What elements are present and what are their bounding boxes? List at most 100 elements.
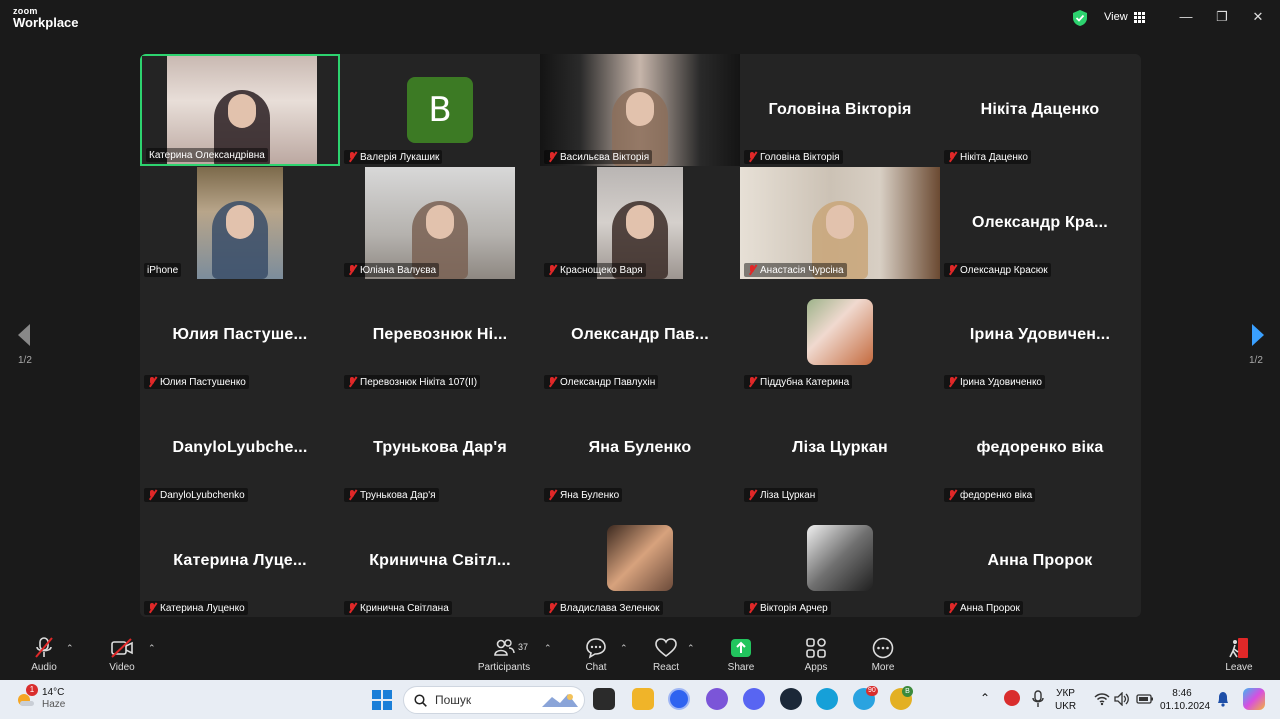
more-button[interactable]: More [853, 637, 913, 673]
participant-tile[interactable]: Ірина Удовичен... Ірина Удовиченко [940, 279, 1140, 391]
restore-icon[interactable]: ❐ [1214, 9, 1230, 25]
chat-button[interactable]: Chat [566, 637, 626, 673]
volume-icon[interactable] [1114, 692, 1130, 706]
participant-tile[interactable]: Краснощеко Варя [540, 167, 740, 279]
taskbar-search[interactable]: Пошук [403, 686, 585, 714]
participant-name: Ірина Удовиченко [960, 376, 1042, 388]
participant-tile[interactable]: Катерина Луце... Катерина Луценко [140, 505, 340, 617]
participant-name: Яна Буленко [560, 489, 620, 501]
participant-name: Владислава Зеленюк [560, 602, 660, 614]
participant-tile[interactable]: Яна Буленко Яна Буленко [540, 392, 740, 504]
language-indicator[interactable]: УКР UKR [1055, 687, 1076, 713]
weather-widget[interactable]: 1 14°C Haze [14, 684, 74, 714]
participant-name: Піддубна Катерина [760, 376, 850, 388]
participant-display-name: федоренко віка [976, 439, 1104, 456]
participant-display-name: Головіна Вікторія [768, 101, 912, 118]
participant-name: Валерія Лукашик [360, 151, 440, 163]
file-explorer-icon[interactable] [632, 688, 654, 710]
clock[interactable]: 8:46 01.10.2024 [1160, 687, 1211, 713]
title-bar: zoom Workplace View — ❐ ✕ [0, 0, 1280, 36]
shield-icon[interactable] [1072, 9, 1088, 27]
participant-face [226, 205, 254, 239]
participant-name-label: Владислава Зеленюк [544, 601, 663, 615]
antivirus-tray-icon[interactable] [1004, 690, 1020, 706]
participant-name: Головіна Вікторія [760, 151, 840, 163]
participant-tile[interactable]: Катерина Олександрівна [140, 54, 340, 166]
meeting-toolbar: Audio ⌃ Video ⌃ Participants 37 ⌃ Chat ⌃ [0, 629, 1280, 680]
page-indicator-right: 1/2 [1249, 355, 1263, 366]
participant-tile[interactable]: Анна Пророк Анна Пророк [940, 505, 1140, 617]
participant-tile[interactable]: Ліза Цуркан Ліза Цуркан [740, 392, 940, 504]
participant-tile[interactable]: Піддубна Катерина [740, 279, 940, 391]
microphone-tray-icon[interactable] [1032, 690, 1044, 708]
zoom-taskbar-icon[interactable] [668, 688, 690, 710]
participant-tile[interactable]: Юліана Валуєва [340, 167, 540, 279]
discord-icon[interactable] [743, 688, 765, 710]
wifi-icon[interactable] [1094, 692, 1110, 706]
participant-tile[interactable]: Трунькова Дар'я Трунькова Дар'я [340, 392, 540, 504]
minimize-icon[interactable]: — [1178, 9, 1194, 25]
participant-tile[interactable]: Вікторія Арчер [740, 505, 940, 617]
participant-face [826, 205, 854, 239]
viber-icon[interactable] [706, 688, 728, 710]
notification-bell-icon[interactable] [1216, 691, 1230, 707]
chat-options-caret[interactable]: ⌃ [620, 643, 628, 654]
share-button[interactable]: Share [711, 637, 771, 673]
participant-name: Катерина Луценко [160, 602, 245, 614]
battery-icon[interactable] [1136, 692, 1154, 706]
participants-options-caret[interactable]: ⌃ [544, 643, 552, 654]
participant-tile[interactable]: Кринична Світл... Кринична Світлана [340, 505, 540, 617]
audio-button[interactable]: Audio [14, 637, 74, 673]
task-view-icon[interactable] [593, 688, 615, 710]
participant-name-label: Валерія Лукашик [344, 150, 443, 164]
mic-muted-icon [347, 490, 357, 500]
participant-tile[interactable]: Перевознюк Ні... Перевознюк Нікіта 107(ІІ… [340, 279, 540, 391]
participant-tile[interactable]: Олександр Кра... Олександр Красюк [940, 167, 1140, 279]
gallery-view: Катерина Олександрівна B Валерія Лукашик Ва… [140, 54, 1141, 617]
grid-icon [1133, 11, 1145, 23]
video-button[interactable]: Video [92, 637, 152, 673]
edge-icon[interactable] [816, 688, 838, 710]
participant-name: Васильєва Вікторія [560, 151, 650, 163]
clock-date: 01.10.2024 [1160, 701, 1211, 712]
next-page-icon[interactable] [1248, 320, 1268, 350]
participant-name-label: Трунькова Дар'я [344, 488, 439, 502]
participant-tile[interactable]: iPhone [140, 167, 340, 279]
apps-label: Apps [804, 662, 828, 673]
mic-muted-icon [747, 490, 757, 500]
participant-tile[interactable]: Олександр Пав... Олександр Павлухін [540, 279, 740, 391]
react-label: React [652, 662, 680, 673]
video-options-caret[interactable]: ⌃ [148, 643, 156, 654]
prev-page-icon[interactable] [14, 320, 34, 350]
participant-tile[interactable]: Владислава Зеленюк [540, 505, 740, 617]
participant-tile[interactable]: B Валерія Лукашик [340, 54, 540, 166]
audio-options-caret[interactable]: ⌃ [66, 643, 74, 654]
participant-tile[interactable]: Анастасія Чурсіна [740, 167, 940, 279]
copilot-icon[interactable] [1243, 688, 1265, 710]
steam-icon[interactable] [780, 688, 802, 710]
windows-start-icon[interactable] [372, 690, 392, 710]
leave-button[interactable]: Leave [1209, 637, 1269, 673]
tray-overflow-icon[interactable]: ⌃ [980, 692, 990, 705]
participant-tile[interactable]: федоренко віка федоренко віка [940, 392, 1140, 504]
close-icon[interactable]: ✕ [1250, 9, 1266, 25]
participant-tile[interactable]: Нікіта Даценко Нікіта Даценко [940, 54, 1140, 166]
participant-tile[interactable]: Васильєва Вікторія [540, 54, 740, 166]
participant-photo [807, 299, 873, 365]
search-placeholder: Пошук [435, 693, 472, 707]
react-options-caret[interactable]: ⌃ [687, 643, 695, 654]
participant-count: 37 [518, 642, 529, 652]
mic-muted-icon [147, 603, 157, 613]
participant-display-name: Ліза Цуркан [792, 439, 888, 456]
participant-tile[interactable]: Юлия Пастуше... Юлия Пастушенко [140, 279, 340, 391]
leave-icon [1229, 638, 1248, 658]
apps-button[interactable]: Apps [786, 637, 846, 673]
mic-muted-icon [947, 603, 957, 613]
view-button[interactable]: View [1104, 11, 1145, 23]
mic-muted-icon [347, 152, 357, 162]
participant-tile[interactable]: DanyloLyubche... DanyloLyubchenko [140, 392, 340, 504]
participant-name: Нікіта Даценко [960, 151, 1028, 163]
participant-display-name: Анна Пророк [987, 552, 1093, 569]
participant-name-label: Анастасія Чурсіна [744, 263, 847, 277]
participant-tile[interactable]: Головіна Вікторія Головіна Вікторія [740, 54, 940, 166]
